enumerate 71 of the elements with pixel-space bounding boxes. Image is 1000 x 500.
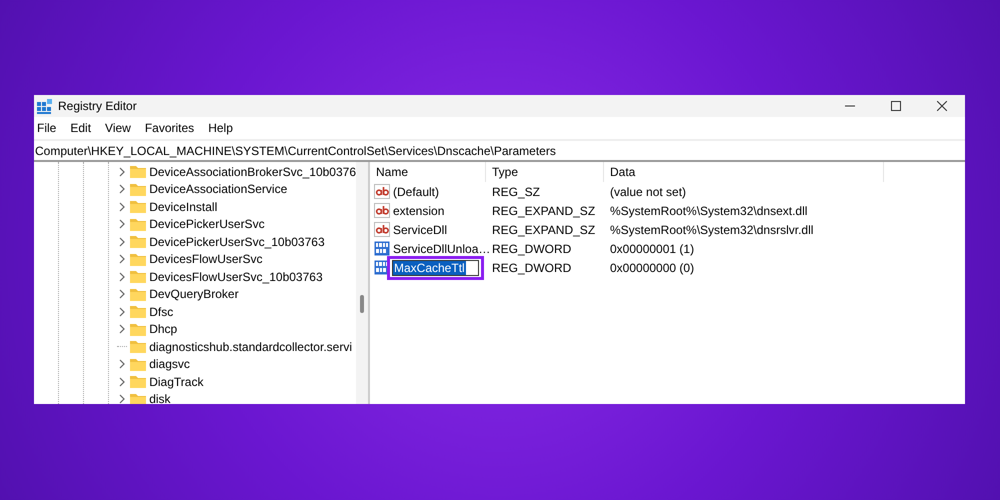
folder-icon — [130, 218, 146, 231]
value-type: REG_DWORD — [492, 260, 572, 274]
value-name[interactable]: ServiceDllUnloa… — [392, 242, 492, 256]
value-name[interactable]: (Default) — [392, 184, 440, 198]
value-type: REG_DWORD — [492, 242, 572, 256]
folder-icon — [130, 288, 146, 301]
address-bar[interactable]: Computer\HKEY_LOCAL_MACHINE\SYSTEM\CurrentControlSet\Services\Dnscache\Parameters — [34, 139, 965, 162]
string-value-icon — [374, 203, 390, 218]
registry-icon — [37, 98, 52, 114]
chevron-icon[interactable] — [117, 289, 128, 300]
value-type: REG_EXPAND_SZ — [492, 204, 596, 218]
menu-item[interactable]: Help — [205, 121, 240, 135]
chevron-icon[interactable] — [117, 359, 128, 370]
rename-field[interactable]: MaxCacheTtl — [392, 260, 479, 276]
chevron-icon[interactable] — [117, 166, 128, 177]
value-name[interactable]: extension — [392, 204, 446, 218]
value-type: REG_SZ — [492, 184, 540, 198]
folder-icon — [130, 340, 146, 354]
chevron-icon[interactable] — [117, 202, 128, 212]
menu-item[interactable]: File — [34, 121, 64, 135]
chevron-icon[interactable] — [117, 236, 128, 247]
menu-item[interactable]: View — [102, 121, 138, 135]
folder-icon — [130, 270, 146, 284]
value-data: 0x00000001 (1) — [610, 242, 694, 256]
scrollbar[interactable] — [356, 162, 368, 404]
tree-item[interactable]: DevicesFlowUserSvc — [149, 252, 263, 266]
folder-icon — [130, 305, 146, 318]
tree-item[interactable]: DiagTrack — [149, 374, 204, 389]
tree-item[interactable]: DeviceAssociationService — [149, 182, 288, 196]
folder-icon — [130, 322, 146, 336]
close-icon — [937, 101, 947, 111]
value-data: %SystemRoot%\System32\dnsext.dll — [610, 204, 808, 218]
string-value-icon — [374, 184, 390, 199]
folder-icon — [130, 165, 146, 178]
value-data: %SystemRoot%\System32\dnsrslvr.dll — [610, 222, 814, 236]
folder-icon — [130, 200, 146, 214]
folder-icon — [130, 358, 146, 371]
tree-item[interactable]: DeviceInstall — [149, 200, 218, 214]
chevron-icon[interactable] — [117, 184, 128, 194]
chevron-icon[interactable] — [117, 376, 128, 387]
value-type: REG_EXPAND_SZ — [492, 222, 596, 236]
tree-item[interactable]: diagsvc — [149, 357, 190, 372]
maximize-icon — [891, 101, 901, 111]
menu-item[interactable]: Edit — [67, 121, 98, 135]
tree-item[interactable]: DevicePickerUserSvc_10b03763 — [149, 234, 325, 249]
chevron-icon[interactable] — [117, 254, 128, 264]
tree-item[interactable]: Dhcp — [149, 322, 178, 336]
tree-item[interactable]: diagnosticshub.standardcollector.servi — [149, 340, 352, 354]
chevron-icon[interactable] — [117, 324, 128, 334]
window-title: Registry Editor — [58, 99, 138, 113]
folder-icon — [130, 375, 146, 388]
tree-item[interactable]: DevicePickerUserSvc — [149, 217, 265, 232]
value-data: (value not set) — [610, 184, 686, 198]
chevron-icon[interactable] — [117, 219, 128, 230]
tree-item[interactable]: DeviceAssociationBrokerSvc_10b0376 — [149, 164, 356, 179]
tree-item[interactable]: DevicesFlowUserSvc_10b03763 — [149, 270, 323, 284]
folder-icon — [130, 252, 146, 266]
folder-icon — [130, 182, 146, 196]
tree-item[interactable]: disk — [149, 392, 171, 404]
scrollbar-thumb[interactable] — [360, 295, 364, 313]
menu-item[interactable]: Favorites — [142, 121, 202, 135]
chevron-icon[interactable] — [117, 306, 128, 317]
chevron-icon[interactable] — [117, 394, 128, 404]
value-data: 0x00000000 (0) — [610, 260, 694, 274]
string-value-icon — [374, 222, 390, 237]
folder-icon — [130, 392, 146, 404]
tree-item[interactable]: DevQueryBroker — [149, 287, 239, 302]
value-name[interactable]: ServiceDll — [392, 222, 448, 236]
folder-icon — [130, 235, 146, 248]
chevron-icon[interactable] — [117, 272, 128, 282]
tree-item[interactable]: Dfsc — [149, 304, 174, 319]
